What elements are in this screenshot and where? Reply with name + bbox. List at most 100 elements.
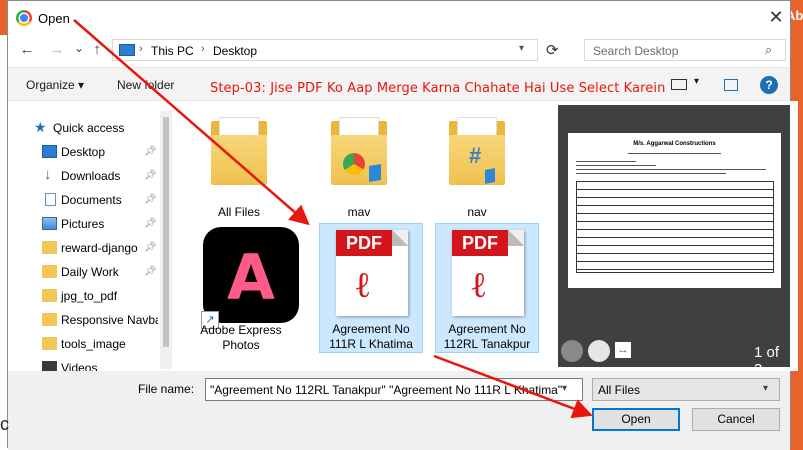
sidebar-item-tools-image[interactable]: tools_image bbox=[8, 333, 158, 355]
file-item-label: All Files bbox=[217, 205, 260, 219]
recent-locations-button[interactable]: ⌄ bbox=[70, 39, 88, 57]
acrobat-symbol-icon: ℓ bbox=[354, 265, 372, 306]
sidebar-item-label: reward-django bbox=[61, 241, 138, 255]
navigation-pane: ★ Quick access Desktop 📌︎ ↓ Downloads 📌︎… bbox=[8, 101, 158, 371]
sidebar-item-label: Documents bbox=[61, 193, 122, 207]
adobe-express-logo: A bbox=[227, 241, 275, 314]
breadcrumb-desktop[interactable]: Desktop bbox=[213, 44, 257, 58]
pin-icon: 📌︎ bbox=[144, 266, 157, 277]
pdf-file-icon: PDF ℓ bbox=[452, 230, 524, 316]
sidebar-item-jpg-to-pdf[interactable]: jpg_to_pdf bbox=[8, 285, 158, 307]
folder-icon bbox=[42, 337, 57, 350]
sidebar-item-desktop[interactable]: Desktop 📌︎ bbox=[8, 141, 158, 163]
hash-file-icon: # bbox=[469, 143, 482, 168]
chevron-down-icon[interactable]: ▾ bbox=[519, 43, 524, 54]
sidebar-item-label: Pictures bbox=[61, 217, 105, 231]
preview-document-title: M/s. Aggarwal Constructions bbox=[633, 141, 716, 147]
pictures-icon bbox=[42, 217, 57, 230]
address-bar[interactable]: › This PC › Desktop ▾ bbox=[112, 39, 538, 61]
file-item-pdf-khatima[interactable]: PDF ℓ Agreement No 111R L Khatima bbox=[319, 223, 423, 353]
preview-table bbox=[576, 181, 774, 273]
navigation-scrollbar[interactable] bbox=[160, 111, 172, 369]
file-name-label: File name: bbox=[138, 382, 195, 396]
view-options-chevron-icon[interactable]: ▾ bbox=[694, 76, 699, 87]
sidebar-item-downloads[interactable]: ↓ Downloads 📌︎ bbox=[8, 165, 158, 187]
file-item-label: Agreement No bbox=[332, 322, 410, 336]
folder-icon bbox=[42, 241, 57, 254]
fit-page-icon[interactable]: ↔ bbox=[615, 342, 631, 358]
forward-button[interactable]: → bbox=[48, 41, 66, 59]
sidebar-item-label: Daily Work bbox=[61, 265, 119, 279]
pin-icon: 📌︎ bbox=[144, 170, 157, 181]
pin-icon: 📌︎ bbox=[144, 242, 157, 253]
preview-previous-button[interactable] bbox=[561, 340, 583, 362]
sidebar-item-pictures[interactable]: Pictures 📌︎ bbox=[8, 213, 158, 235]
file-list: All Files mav # nav A ↗ Adobe Express Ph… bbox=[173, 101, 548, 371]
background-text-fragment: c bbox=[0, 414, 9, 434]
pin-icon: 📌︎ bbox=[144, 194, 157, 205]
close-button[interactable]: ✕ bbox=[766, 7, 786, 27]
sidebar-item-label: Desktop bbox=[61, 145, 106, 159]
file-item-label: Agreement No bbox=[448, 322, 526, 336]
chrome-icon bbox=[343, 153, 365, 175]
file-type-value: All Files bbox=[598, 383, 641, 397]
file-item-nav[interactable]: # nav bbox=[425, 107, 529, 227]
new-folder-button[interactable]: New folder bbox=[117, 78, 174, 92]
star-icon: ★ bbox=[34, 119, 47, 135]
pin-icon: 📌︎ bbox=[144, 146, 157, 157]
organize-button[interactable]: Organize ▾ bbox=[26, 78, 84, 92]
preview-pane-icon[interactable] bbox=[724, 79, 738, 91]
sidebar-item-label: Videos bbox=[61, 361, 98, 371]
sidebar-item-quick-access[interactable]: ★ Quick access bbox=[8, 117, 158, 139]
download-icon: ↓ bbox=[44, 166, 52, 183]
file-item-label: Adobe Express bbox=[200, 323, 282, 337]
chevron-down-icon: ▾ bbox=[763, 383, 769, 394]
back-button[interactable]: ← bbox=[18, 41, 36, 59]
pdf-badge: PDF bbox=[336, 230, 392, 256]
command-bar: Organize ▾ New folder Step-03: Jise PDF … bbox=[8, 67, 790, 101]
search-input[interactable]: Search Desktop ⌕ bbox=[584, 39, 786, 61]
help-icon[interactable]: ? bbox=[760, 76, 778, 94]
file-type-select[interactable]: All Files ▾ bbox=[592, 378, 780, 401]
sidebar-item-videos[interactable]: Videos bbox=[8, 357, 158, 371]
dialog-title-bar: Open ✕ bbox=[8, 1, 790, 35]
sidebar-item-documents[interactable]: Documents 📌︎ bbox=[8, 189, 158, 211]
adobe-express-icon: A bbox=[203, 227, 299, 323]
chrome-icon bbox=[16, 10, 32, 26]
pin-icon: 📌︎ bbox=[144, 218, 157, 229]
document-icon bbox=[45, 193, 56, 206]
file-item-label: nav bbox=[467, 205, 487, 219]
pdf-file-icon: PDF ℓ bbox=[336, 230, 408, 316]
dialog-title: Open bbox=[38, 11, 70, 26]
sidebar-item-daily-work[interactable]: Daily Work 📌︎ bbox=[8, 261, 158, 283]
pdf-badge: PDF bbox=[452, 230, 508, 256]
file-item-all-files[interactable]: All Files bbox=[187, 107, 291, 227]
sidebar-item-label: jpg_to_pdf bbox=[61, 289, 118, 303]
file-item-label: Photos bbox=[222, 338, 260, 352]
step-annotation: Step-03: Jise PDF Ko Aap Merge Karna Cha… bbox=[210, 81, 666, 96]
file-name-input[interactable]: "Agreement No 112RL Tanakpur" "Agreement… bbox=[205, 378, 583, 401]
file-item-label: 111R L Khatima bbox=[329, 337, 413, 351]
preview-next-button[interactable] bbox=[588, 340, 610, 362]
sidebar-item-responsive-navbar[interactable]: Responsive Navba bbox=[8, 309, 158, 331]
change-view-icon[interactable] bbox=[671, 79, 687, 90]
open-file-dialog: Open ✕ ← → ⌄ ↑ › This PC › Desktop ▾ ⟳ S… bbox=[7, 0, 798, 449]
folder-icon bbox=[42, 265, 57, 278]
file-item-mav[interactable]: mav bbox=[307, 107, 411, 227]
sidebar-item-reward-django[interactable]: reward-django 📌︎ bbox=[8, 237, 158, 259]
up-button[interactable]: ↑ bbox=[88, 41, 106, 59]
file-item-label: mav bbox=[347, 205, 371, 219]
open-button[interactable]: Open bbox=[592, 408, 680, 431]
folder-icon bbox=[42, 313, 57, 326]
breadcrumb-this-pc[interactable]: This PC bbox=[151, 44, 194, 58]
file-item-adobe-express[interactable]: A ↗ Adobe Express Photos bbox=[187, 223, 299, 363]
acrobat-symbol-icon: ℓ bbox=[470, 265, 488, 306]
preview-page: M/s. Aggarwal Constructions bbox=[568, 133, 781, 288]
sidebar-item-label: tools_image bbox=[61, 337, 126, 351]
chevron-down-icon[interactable]: ▾ bbox=[562, 383, 567, 394]
cancel-button[interactable]: Cancel bbox=[692, 408, 780, 431]
vscode-icon bbox=[485, 168, 495, 184]
folder-icon bbox=[42, 289, 57, 302]
file-item-pdf-tanakpur[interactable]: PDF ℓ Agreement No 112RL Tanakpur bbox=[435, 223, 539, 353]
refresh-button[interactable]: ⟳ bbox=[546, 41, 559, 59]
